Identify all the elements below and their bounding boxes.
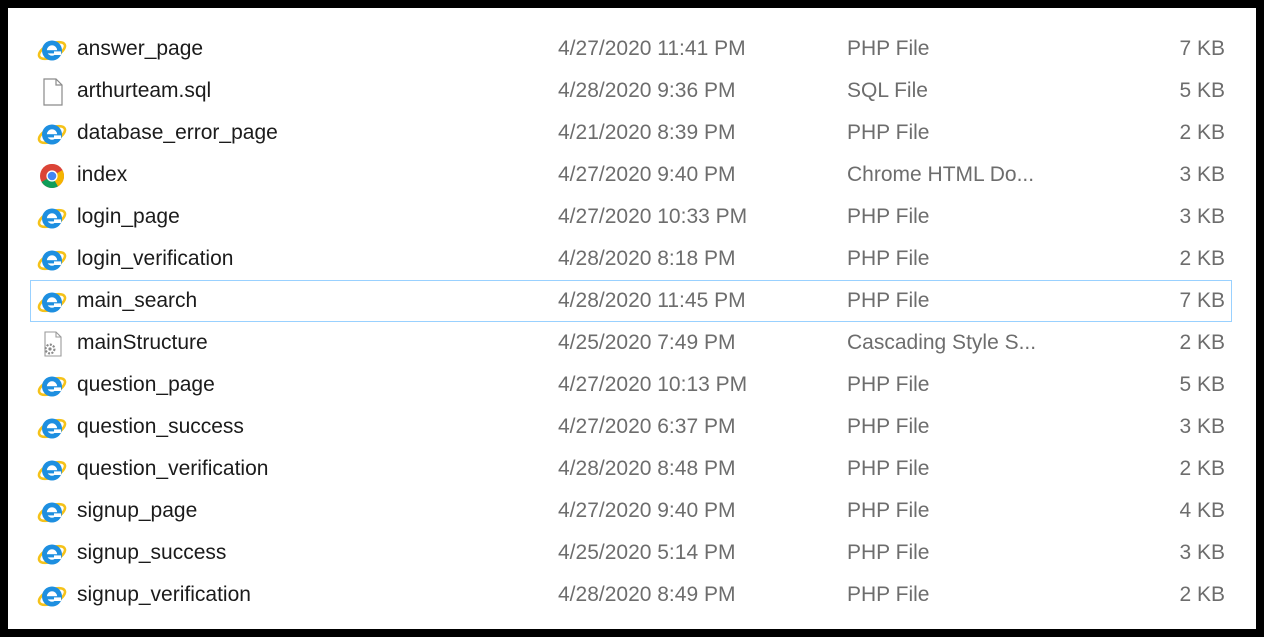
- file-date-modified: 4/27/2020 9:40 PM: [558, 499, 736, 522]
- file-name: login_page: [77, 205, 180, 228]
- file-name: arthurteam.sql: [77, 79, 212, 102]
- file-date-modified: 4/27/2020 9:40 PM: [558, 163, 736, 186]
- file-type: Chrome HTML Do...: [847, 163, 1035, 186]
- file-name: index: [77, 163, 128, 186]
- file-date-modified: 4/28/2020 9:36 PM: [558, 79, 736, 102]
- file-size: 4 KB: [1179, 499, 1225, 522]
- ie-php-file-icon: [37, 582, 67, 610]
- file-size: 5 KB: [1179, 79, 1225, 102]
- file-date-modified: 4/28/2020 11:45 PM: [558, 289, 746, 312]
- file-type: PHP File: [847, 121, 930, 144]
- file-type: PHP File: [847, 541, 930, 564]
- file-name: question_success: [77, 415, 244, 438]
- file-name: signup_page: [77, 499, 198, 522]
- ie-php-file-icon: [37, 414, 67, 442]
- file-size: 7 KB: [1179, 289, 1225, 312]
- file-name: question_page: [77, 373, 215, 396]
- file-date-modified: 4/27/2020 10:33 PM: [558, 205, 748, 228]
- file-row[interactable]: question_verification 4/28/2020 8:48 PM PH…: [30, 448, 1232, 490]
- ie-php-file-icon: [37, 540, 67, 568]
- file-type: PHP File: [847, 499, 930, 522]
- file-type: PHP File: [847, 373, 930, 396]
- file-size: 7 KB: [1179, 37, 1225, 60]
- css-gear-file-icon: [37, 330, 67, 358]
- file-size: 2 KB: [1179, 331, 1225, 354]
- ie-php-file-icon: [37, 498, 67, 526]
- file-name: question_verification: [77, 457, 269, 480]
- ie-php-file-icon: [37, 246, 67, 274]
- ie-php-file-icon: [37, 120, 67, 148]
- file-type: PHP File: [847, 583, 930, 606]
- file-size: 3 KB: [1179, 415, 1225, 438]
- file-row[interactable]: index 4/27/2020 9:40 PM Chrome HTML Do... 3…: [30, 154, 1232, 196]
- file-name: mainStructure: [77, 331, 208, 354]
- file-type: PHP File: [847, 289, 930, 312]
- file-row[interactable]: signup_verification 4/28/2020 8:49 PM PHP …: [30, 574, 1232, 616]
- file-type: PHP File: [847, 415, 930, 438]
- file-row[interactable]: arthurteam.sql 4/28/2020 9:36 PM SQL File 5…: [30, 70, 1232, 112]
- file-date-modified: 4/28/2020 8:18 PM: [558, 247, 736, 270]
- file-list: answer_page 4/27/2020 11:41 PM PHP File 7 K…: [30, 28, 1232, 616]
- file-row[interactable]: answer_page 4/27/2020 11:41 PM PHP File 7 K…: [30, 28, 1232, 70]
- file-name: main_search: [77, 289, 198, 312]
- file-row[interactable]: database_error_page 4/21/2020 8:39 PM PHP …: [30, 112, 1232, 154]
- file-row[interactable]: signup_success 4/25/2020 5:14 PM PHP File 3…: [30, 532, 1232, 574]
- file-date-modified: 4/25/2020 7:49 PM: [558, 331, 736, 354]
- blank-document-icon: [37, 78, 67, 106]
- file-type: SQL File: [847, 79, 928, 102]
- ie-php-file-icon: [37, 372, 67, 400]
- file-row[interactable]: login_verification 4/28/2020 8:18 PM PHP F…: [30, 238, 1232, 280]
- file-size: 3 KB: [1179, 205, 1225, 228]
- file-row[interactable]: login_page 4/27/2020 10:33 PM PHP File 3 KB: [30, 196, 1232, 238]
- file-type: Cascading Style S...: [847, 331, 1037, 354]
- file-size: 5 KB: [1179, 373, 1225, 396]
- file-size: 2 KB: [1179, 457, 1225, 480]
- file-size: 3 KB: [1179, 541, 1225, 564]
- file-size: 2 KB: [1179, 247, 1225, 270]
- ie-php-file-icon: [37, 36, 67, 64]
- ie-php-file-icon: [37, 288, 67, 316]
- file-date-modified: 4/27/2020 11:41 PM: [558, 37, 746, 60]
- file-type: PHP File: [847, 205, 930, 228]
- file-size: 2 KB: [1179, 583, 1225, 606]
- file-type: PHP File: [847, 37, 930, 60]
- chrome-icon: [37, 162, 67, 190]
- file-size: 3 KB: [1179, 163, 1225, 186]
- file-date-modified: 4/28/2020 8:49 PM: [558, 583, 736, 606]
- file-row[interactable]: question_page 4/27/2020 10:13 PM PHP File 5…: [30, 364, 1232, 406]
- screenshot-frame: answer_page 4/27/2020 11:41 PM PHP File 7 K…: [0, 0, 1264, 637]
- ie-php-file-icon: [37, 204, 67, 232]
- file-name: login_verification: [77, 247, 234, 270]
- file-date-modified: 4/25/2020 5:14 PM: [558, 541, 736, 564]
- file-name: database_error_page: [77, 121, 278, 144]
- file-date-modified: 4/21/2020 8:39 PM: [558, 121, 736, 144]
- file-type: PHP File: [847, 457, 930, 480]
- file-row[interactable]: main_search 4/28/2020 11:45 PM PHP File 7 K…: [30, 280, 1232, 322]
- file-date-modified: 4/28/2020 8:48 PM: [558, 457, 736, 480]
- file-date-modified: 4/27/2020 6:37 PM: [558, 415, 736, 438]
- file-type: PHP File: [847, 247, 930, 270]
- file-row[interactable]: mainStructure 4/25/2020 7:49 PM Cascading …: [30, 322, 1232, 364]
- file-name: signup_success: [77, 541, 227, 564]
- file-name: answer_page: [77, 37, 204, 60]
- file-row[interactable]: question_success 4/27/2020 6:37 PM PHP Fil…: [30, 406, 1232, 448]
- file-row[interactable]: signup_page 4/27/2020 9:40 PM PHP File 4 KB: [30, 490, 1232, 532]
- file-size: 2 KB: [1179, 121, 1225, 144]
- ie-php-file-icon: [37, 456, 67, 484]
- file-name: signup_verification: [77, 583, 251, 606]
- file-date-modified: 4/27/2020 10:13 PM: [558, 373, 748, 396]
